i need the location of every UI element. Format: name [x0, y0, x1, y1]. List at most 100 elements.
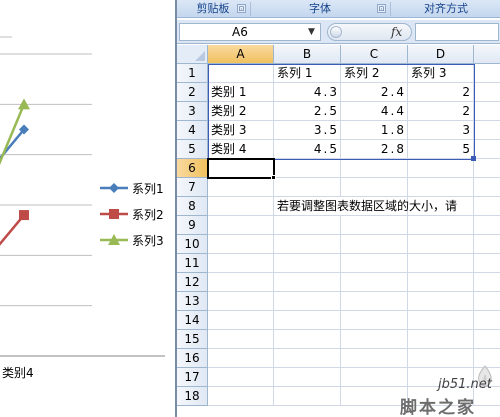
- cell-e14[interactable]: [474, 311, 500, 330]
- cell-b5[interactable]: 4.5: [274, 140, 341, 159]
- cell-e9[interactable]: [474, 216, 500, 235]
- expand-circle-icon[interactable]: [330, 26, 342, 38]
- name-box-dropdown-icon[interactable]: ▼: [308, 23, 315, 41]
- cell-a9[interactable]: [208, 216, 274, 235]
- cell-b9[interactable]: [274, 216, 341, 235]
- cell-c5[interactable]: 2.8: [341, 140, 408, 159]
- cell-e3[interactable]: [474, 102, 500, 121]
- cell-d1[interactable]: 系列 3: [408, 64, 474, 83]
- cell-b3[interactable]: 2.5: [274, 102, 341, 121]
- cell-a18[interactable]: [208, 387, 274, 406]
- row-header-13[interactable]: 13: [177, 292, 208, 311]
- cell-d5[interactable]: 5: [408, 140, 474, 159]
- row-header-7[interactable]: 7: [177, 178, 208, 197]
- cell-b10[interactable]: [274, 235, 341, 254]
- cell-a3[interactable]: 类别 2: [208, 102, 274, 121]
- row-header-8[interactable]: 8: [177, 197, 208, 216]
- cell-a4[interactable]: 类别 3: [208, 121, 274, 140]
- cell-a6[interactable]: [208, 159, 274, 178]
- cell-c1[interactable]: 系列 2: [341, 64, 408, 83]
- cell-b2[interactable]: 4.3: [274, 83, 341, 102]
- cell-c18[interactable]: [341, 387, 408, 406]
- row-header-2[interactable]: 2: [177, 83, 208, 102]
- cell-e12[interactable]: [474, 273, 500, 292]
- cell-d2[interactable]: 2: [408, 83, 474, 102]
- cell-a2[interactable]: 类别 1: [208, 83, 274, 102]
- cell-e1[interactable]: [474, 64, 500, 83]
- cell-e13[interactable]: [474, 292, 500, 311]
- cell-e15[interactable]: [474, 330, 500, 349]
- cell-e4[interactable]: [474, 121, 500, 140]
- cell-b16[interactable]: [274, 349, 341, 368]
- cell-b14[interactable]: [274, 311, 341, 330]
- font-launcher-icon[interactable]: ⊡: [377, 4, 386, 13]
- cell-a11[interactable]: [208, 254, 274, 273]
- cell-b7[interactable]: [274, 178, 341, 197]
- cell-c17[interactable]: [341, 368, 408, 387]
- cell-e2[interactable]: [474, 83, 500, 102]
- cell-b8[interactable]: 若要调整图表数据区域的大小，请: [274, 197, 500, 216]
- cell-b15[interactable]: [274, 330, 341, 349]
- row-header-17[interactable]: 17: [177, 368, 208, 387]
- cell-b17[interactable]: [274, 368, 341, 387]
- cell-d7[interactable]: [408, 178, 474, 197]
- cell-d4[interactable]: 3: [408, 121, 474, 140]
- cell-d12[interactable]: [408, 273, 474, 292]
- cell-a1[interactable]: [208, 64, 274, 83]
- cell-c3[interactable]: 4.4: [341, 102, 408, 121]
- cell-b4[interactable]: 3.5: [274, 121, 341, 140]
- clipboard-launcher-icon[interactable]: ⊡: [237, 4, 246, 13]
- worksheet-grid[interactable]: A B C D 1 2 3 4 5 6 7 8 9 10 11 12 13 14 15 16 17 18 系列 1…: [177, 45, 500, 417]
- row-header-15[interactable]: 15: [177, 330, 208, 349]
- cell-b13[interactable]: [274, 292, 341, 311]
- row-header-5[interactable]: 5: [177, 140, 208, 159]
- cell-e5[interactable]: [474, 140, 500, 159]
- cell-a7[interactable]: [208, 178, 274, 197]
- cell-c14[interactable]: [341, 311, 408, 330]
- cell-e7[interactable]: [474, 178, 500, 197]
- cell-c6[interactable]: [341, 159, 408, 178]
- cell-d13[interactable]: [408, 292, 474, 311]
- column-header-e[interactable]: [474, 45, 500, 64]
- row-header-9[interactable]: 9: [177, 216, 208, 235]
- cell-c9[interactable]: [341, 216, 408, 235]
- cell-e11[interactable]: [474, 254, 500, 273]
- cell-a8[interactable]: [208, 197, 274, 216]
- cell-b11[interactable]: [274, 254, 341, 273]
- cell-c12[interactable]: [341, 273, 408, 292]
- cell-d14[interactable]: [408, 311, 474, 330]
- column-header-d[interactable]: D: [408, 45, 474, 64]
- cell-a15[interactable]: [208, 330, 274, 349]
- cell-a5[interactable]: 类别 4: [208, 140, 274, 159]
- cell-e6[interactable]: [474, 159, 500, 178]
- row-header-16[interactable]: 16: [177, 349, 208, 368]
- cell-c15[interactable]: [341, 330, 408, 349]
- cell-c4[interactable]: 1.8: [341, 121, 408, 140]
- cell-d6[interactable]: [408, 159, 474, 178]
- row-header-3[interactable]: 3: [177, 102, 208, 121]
- cell-a17[interactable]: [208, 368, 274, 387]
- cell-c13[interactable]: [341, 292, 408, 311]
- cell-b18[interactable]: [274, 387, 341, 406]
- formula-input[interactable]: [415, 23, 499, 41]
- column-header-b[interactable]: B: [274, 45, 341, 64]
- row-header-11[interactable]: 11: [177, 254, 208, 273]
- cell-a14[interactable]: [208, 311, 274, 330]
- insert-function-button[interactable]: fx: [391, 24, 402, 40]
- cell-a13[interactable]: [208, 292, 274, 311]
- cell-d15[interactable]: [408, 330, 474, 349]
- cell-b12[interactable]: [274, 273, 341, 292]
- row-header-10[interactable]: 10: [177, 235, 208, 254]
- cell-c7[interactable]: [341, 178, 408, 197]
- cell-d3[interactable]: 2: [408, 102, 474, 121]
- column-header-a[interactable]: A: [208, 45, 274, 64]
- cell-c16[interactable]: [341, 349, 408, 368]
- cell-c10[interactable]: [341, 235, 408, 254]
- cell-a10[interactable]: [208, 235, 274, 254]
- cell-e10[interactable]: [474, 235, 500, 254]
- cell-a16[interactable]: [208, 349, 274, 368]
- cell-c11[interactable]: [341, 254, 408, 273]
- fill-handle[interactable]: [271, 175, 276, 180]
- row-header-6[interactable]: 6: [177, 159, 208, 178]
- cell-b1[interactable]: 系列 1: [274, 64, 341, 83]
